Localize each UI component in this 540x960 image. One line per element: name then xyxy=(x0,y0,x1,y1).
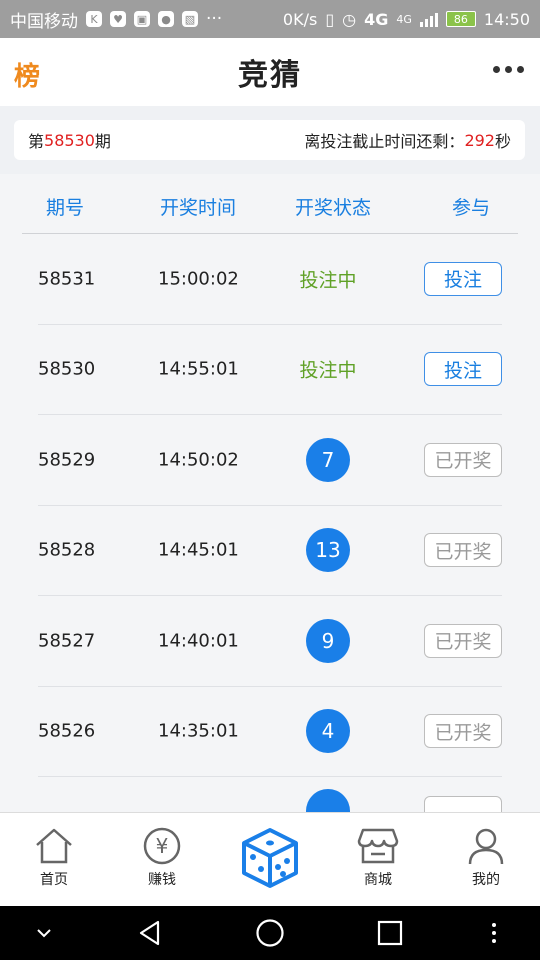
result-ball: 4 xyxy=(306,709,350,754)
alarm-icon: ◷ xyxy=(342,9,357,29)
drawn-button[interactable]: 已开奖 xyxy=(424,442,502,477)
nav-earn-label: 赚钱 xyxy=(148,872,176,888)
header-draw-status: 开奖状态 xyxy=(295,197,372,219)
notification-icon: ▣ xyxy=(134,11,150,27)
home-icon xyxy=(36,828,72,864)
table-row: 58529 14:50:02 7 已开奖 xyxy=(38,415,502,506)
bet-button[interactable]: 投注 xyxy=(424,352,502,387)
nav-shop[interactable]: 商城 xyxy=(324,813,432,907)
user-icon xyxy=(468,828,504,865)
dice-icon xyxy=(242,828,298,888)
row-status xyxy=(296,789,360,812)
result-ball: 13 xyxy=(306,528,350,573)
table-row: 58530 14:55:01 投注中 投注 xyxy=(38,325,502,415)
yen-icon: ¥ xyxy=(143,827,181,865)
notification-icon: ● xyxy=(158,11,174,27)
countdown-value: 292 xyxy=(464,130,495,150)
row-draw-time: 14:45:01 xyxy=(158,539,239,561)
header-draw-time: 开奖时间 xyxy=(160,197,237,219)
collapse-icon[interactable] xyxy=(22,906,66,960)
row-status: 7 xyxy=(296,437,360,482)
row-draw-time: 14:50:02 xyxy=(158,449,239,471)
row-draw-time: 15:00:02 xyxy=(158,268,239,290)
overflow-menu-icon[interactable] xyxy=(474,906,514,960)
notification-icon: ♥ xyxy=(110,11,126,27)
nav-guess[interactable] xyxy=(216,813,324,907)
back-icon[interactable] xyxy=(128,906,172,960)
svg-text:¥: ¥ xyxy=(156,834,169,858)
nav-shop-label: 商城 xyxy=(364,872,392,888)
row-issue: 58530 xyxy=(38,358,96,380)
result-ball xyxy=(306,789,350,812)
bottom-nav: 首页 ¥ 赚钱 商城 我的 xyxy=(0,812,540,906)
row-status: 投注中 xyxy=(296,356,360,383)
android-nav-bar xyxy=(0,906,540,960)
row-issue: 58526 xyxy=(38,720,96,742)
more-notifications-icon: ··· xyxy=(206,9,223,29)
bet-button[interactable]: 投注 xyxy=(424,261,502,296)
header-issue: 期号 xyxy=(46,197,85,219)
notification-icon: ▧ xyxy=(182,11,198,27)
table-row: 58526 14:35:01 4 已开奖 xyxy=(38,687,502,777)
drawn-button[interactable]: 已开奖 xyxy=(424,714,502,749)
network-speed: 0K/s xyxy=(282,9,318,29)
nav-mine[interactable]: 我的 xyxy=(432,813,540,907)
notification-icon: K xyxy=(86,11,102,27)
row-status: 4 xyxy=(296,709,360,754)
nav-home-label: 首页 xyxy=(40,872,68,888)
drawn-button[interactable]: 已开奖 xyxy=(424,623,502,658)
status-betting: 投注中 xyxy=(299,359,357,382)
row-issue: 58528 xyxy=(38,539,96,561)
app-header: 榜 竞猜 xyxy=(0,38,540,106)
result-ball: 7 xyxy=(306,437,350,482)
network-type: 4G xyxy=(364,9,389,29)
nav-earn[interactable]: ¥ 赚钱 xyxy=(108,813,216,907)
table-header: 期号 开奖时间 开奖状态 参与 xyxy=(22,174,518,234)
vibrate-icon: ▯ xyxy=(325,9,335,29)
countdown-unit: 秒 xyxy=(494,132,511,151)
battery-icon: 86 xyxy=(445,11,476,27)
row-status: 13 xyxy=(296,528,360,573)
table-row: 58528 14:45:01 13 已开奖 xyxy=(38,506,502,596)
draw-table: 期号 开奖时间 开奖状态 参与 58531 15:00:02 投注中 投注 58… xyxy=(0,174,540,812)
shop-icon xyxy=(357,828,399,864)
header-participate: 参与 xyxy=(452,197,491,219)
leaderboard-button[interactable]: 榜 xyxy=(14,56,40,93)
drawn-button[interactable]: 已开奖 xyxy=(424,533,502,568)
issue-prefix: 第 xyxy=(28,132,45,151)
table-row-partial xyxy=(38,777,502,812)
row-status: 投注中 xyxy=(296,265,360,292)
issue-suffix: 期 xyxy=(94,132,111,151)
table-row: 58527 14:40:01 9 已开奖 xyxy=(38,596,502,687)
row-draw-time: 14:35:01 xyxy=(158,720,239,742)
row-issue: 58531 xyxy=(38,268,96,290)
status-bar: 中国移动 K ♥ ▣ ● ▧ ··· 0K/s ▯ ◷ 4G 4G 86 14:… xyxy=(0,0,540,38)
countdown-label: 离投注截止时间还剩： xyxy=(304,132,465,151)
result-ball: 9 xyxy=(306,618,350,663)
nav-mine-label: 我的 xyxy=(472,872,500,888)
current-issue-bar: 第 58530 期 离投注截止时间还剩： 292 秒 xyxy=(14,120,525,160)
row-issue: 58527 xyxy=(38,630,96,652)
row-draw-time: 14:40:01 xyxy=(158,630,239,652)
content-area: 第 58530 期 离投注截止时间还剩： 292 秒 期号 开奖时间 开奖状态 … xyxy=(0,106,540,812)
network-type-secondary: 4G xyxy=(396,12,412,26)
more-menu-icon[interactable] xyxy=(493,66,524,73)
status-betting: 投注中 xyxy=(299,269,357,292)
row-draw-time: 14:55:01 xyxy=(158,358,239,380)
nav-home[interactable]: 首页 xyxy=(0,813,108,907)
page-title: 竞猜 xyxy=(238,58,302,93)
current-issue-number: 58530 xyxy=(44,130,95,150)
table-row: 58531 15:00:02 投注中 投注 xyxy=(38,234,502,325)
row-status: 9 xyxy=(296,618,360,663)
carrier-name: 中国移动 xyxy=(10,11,78,32)
clock: 14:50 xyxy=(483,9,530,29)
recent-apps-icon[interactable] xyxy=(368,906,412,960)
signal-icon xyxy=(419,11,438,27)
drawn-button[interactable] xyxy=(424,796,502,812)
home-button-icon[interactable] xyxy=(248,906,292,960)
row-issue: 58529 xyxy=(38,449,96,471)
